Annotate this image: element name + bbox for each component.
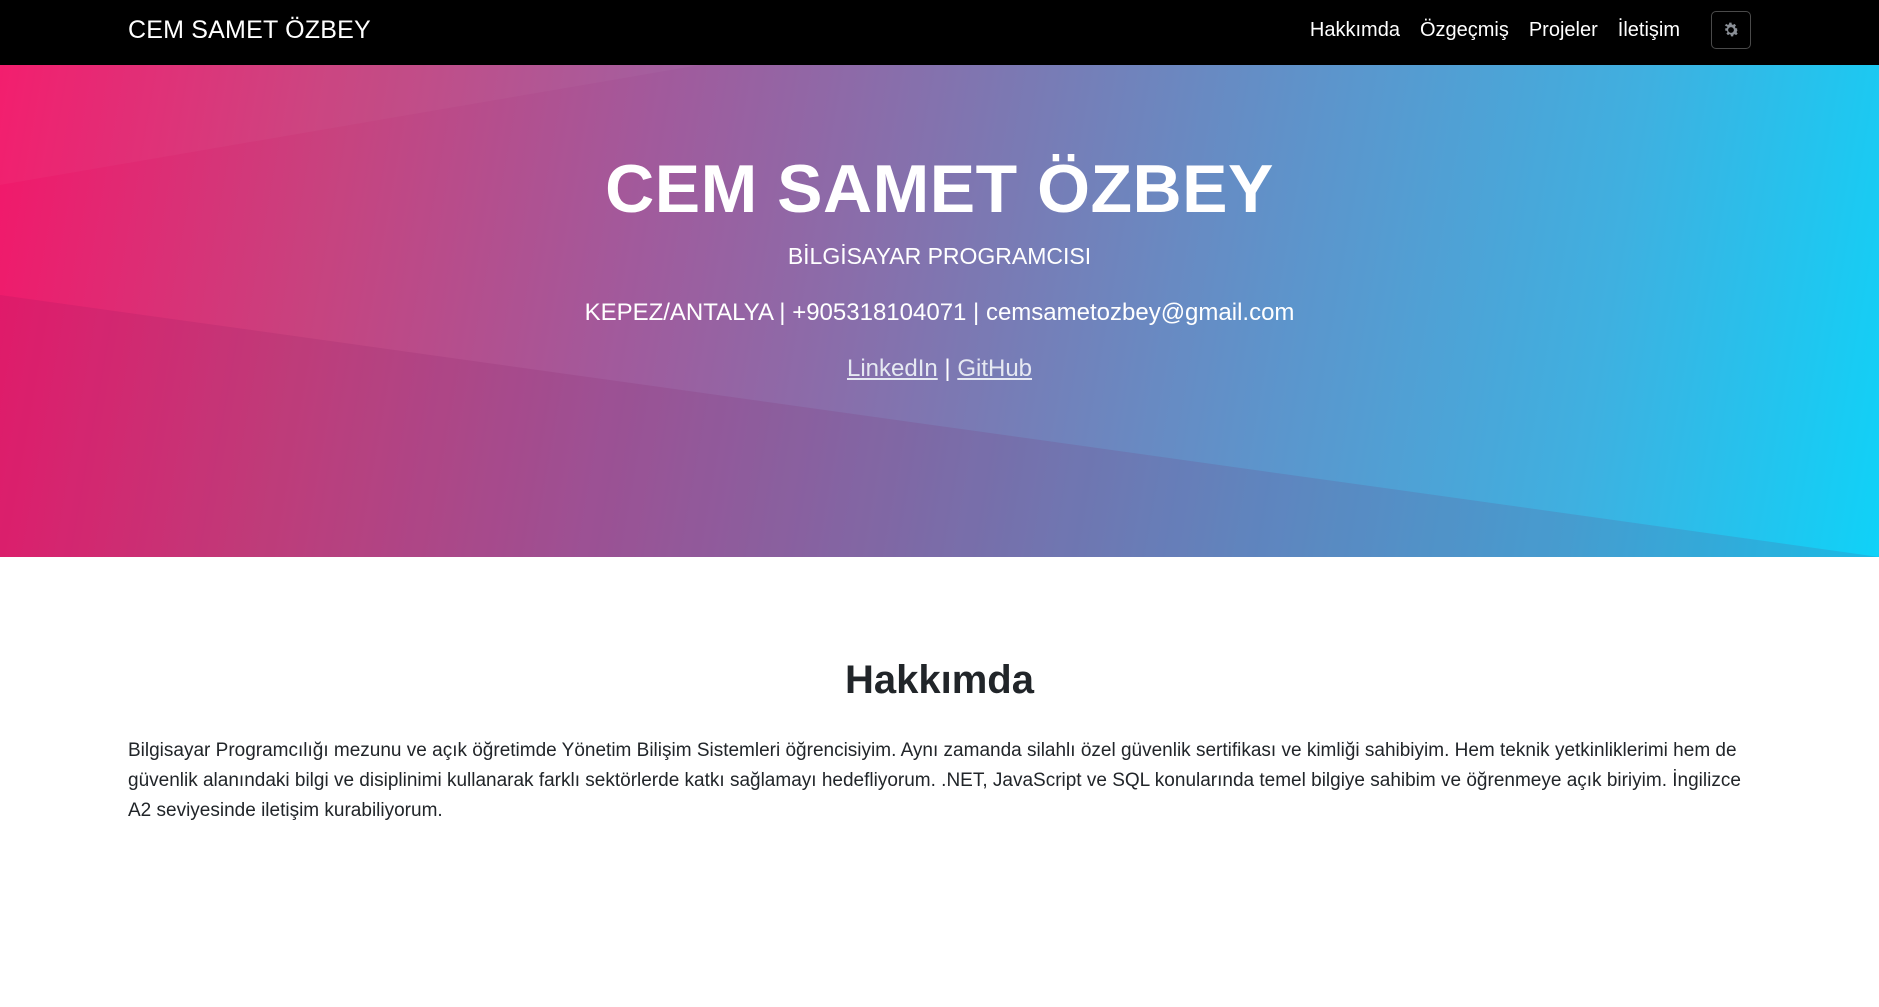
about-title: Hakkımda bbox=[845, 658, 1034, 702]
hero-subtitle: BİLGİSAYAR PROGRAMCISI bbox=[787, 243, 1092, 269]
hero-social-links: LinkedIn | GitHub bbox=[0, 355, 1879, 383]
hero-section: CEM SAMET ÖZBEY BİLGİSAYAR PROGRAMCISI K… bbox=[0, 65, 1879, 557]
navbar-brand[interactable]: CEM SAMET ÖZBEY bbox=[128, 16, 371, 45]
hero-title: CEM SAMET ÖZBEY bbox=[605, 151, 1274, 227]
about-text: Bilgisayar Programcılığı mezunu ve açık … bbox=[128, 740, 1741, 821]
linkedin-link[interactable]: LinkedIn bbox=[847, 355, 938, 382]
nav-link-hakkimda[interactable]: Hakkımda bbox=[1310, 19, 1400, 42]
hero-contact-info: KEPEZ/ANTALYA | +905318104071 | cemsamet… bbox=[584, 299, 1295, 326]
nav-link-projeler[interactable]: Projeler bbox=[1529, 19, 1598, 42]
theme-toggle-button[interactable] bbox=[1711, 11, 1751, 49]
github-link[interactable]: GitHub bbox=[957, 355, 1032, 382]
gear-icon bbox=[1724, 22, 1739, 37]
navbar: CEM SAMET ÖZBEY Hakkımda Özgeçmiş Projel… bbox=[0, 0, 1879, 65]
nav-link-iletisim[interactable]: İletişim bbox=[1618, 19, 1680, 42]
link-separator: | bbox=[944, 355, 951, 382]
nav-link-ozgecmis[interactable]: Özgeçmiş bbox=[1420, 19, 1509, 42]
nav-links: Hakkımda Özgeçmiş Projeler İletişim bbox=[1310, 10, 1751, 50]
